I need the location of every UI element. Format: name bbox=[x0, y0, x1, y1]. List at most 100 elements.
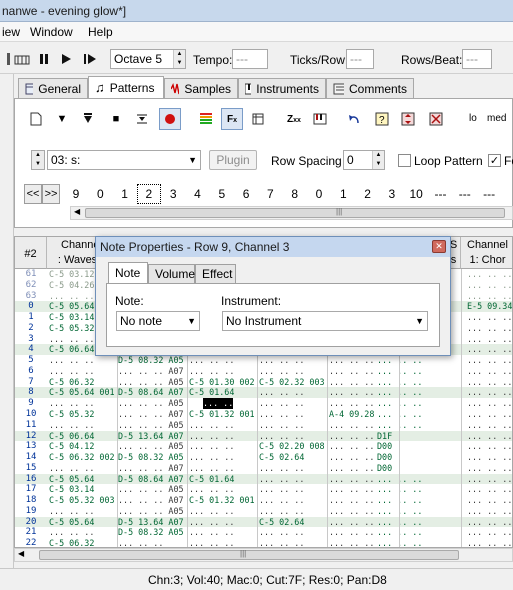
note-properties-dialog[interactable]: Note Properties - Row 9, Channel 3 ✕ Not… bbox=[95, 236, 451, 356]
pattern-cell[interactable]: C-5 03.12 bbox=[49, 269, 94, 280]
pattern-row[interactable]: 14 C-5 06.32 002 D-5 08.32 A05 ... .. .. C-5… bbox=[15, 452, 512, 463]
loop-pattern-checkbox[interactable] bbox=[398, 154, 411, 167]
pattern-cell[interactable]: C-5 04.12 bbox=[49, 441, 94, 452]
pattern-cell[interactable]: ... .. .. bbox=[259, 463, 304, 474]
pattern-cell[interactable]: ... .. .. A05 bbox=[118, 420, 184, 431]
vu-meter-icon[interactable] bbox=[195, 108, 217, 130]
follow-song-checkbox[interactable]: ✓ bbox=[488, 154, 501, 167]
order-item[interactable]: 3 bbox=[161, 184, 185, 204]
row-spacing-spinner[interactable]: 0 ▲ ▼ bbox=[343, 150, 385, 170]
pattern-cell[interactable]: D-5 08.32 A05 bbox=[118, 527, 184, 538]
chord-icon[interactable] bbox=[309, 108, 331, 130]
pattern-cell[interactable]: C-5 06.32 002 bbox=[49, 452, 115, 463]
pattern-cell[interactable]: ... .. bbox=[203, 398, 234, 409]
pattern-row[interactable]: 16 C-5 05.64 D-5 08.64 A07 C-5 01.64 ... .. … bbox=[15, 473, 512, 485]
pattern-cell[interactable]: ... .. .. bbox=[467, 474, 512, 485]
tab-comments[interactable]: Comments bbox=[326, 78, 414, 98]
pattern-cell[interactable]: ... .. .. bbox=[467, 387, 512, 398]
pattern-cell[interactable]: ... .. .. bbox=[259, 527, 304, 538]
pattern-cell[interactable]: ... .. .. A05 bbox=[118, 441, 184, 452]
pattern-cell[interactable]: D00 bbox=[377, 463, 392, 474]
order-item[interactable]: --- bbox=[429, 184, 453, 204]
menu-help[interactable]: Help bbox=[88, 25, 113, 39]
pattern-cell[interactable]: C-5 01.32 001 bbox=[189, 409, 255, 420]
order-scrollbar[interactable]: ◀ ||| bbox=[70, 206, 513, 220]
pattern-cell[interactable]: C-5 05.64 bbox=[49, 517, 94, 528]
pattern-cell[interactable]: ... .. .. bbox=[189, 355, 234, 366]
dialog-tab-volume[interactable]: Volume bbox=[148, 264, 195, 283]
pattern-cell[interactable]: ... .. .. bbox=[259, 484, 304, 495]
pattern-cell[interactable]: ... .. .. bbox=[329, 398, 374, 409]
pattern-cell[interactable]: C-5 05.32 bbox=[49, 323, 94, 334]
pattern-cell[interactable]: ... .. .. bbox=[49, 463, 94, 474]
pattern-cell[interactable]: ... .. .. bbox=[259, 495, 304, 506]
pattern-select[interactable]: 03: s: ▼ bbox=[47, 150, 201, 170]
tab-samples[interactable]: Samples bbox=[164, 78, 238, 98]
pattern-cell[interactable]: ... .. .. bbox=[329, 484, 374, 495]
order-item[interactable]: 9 bbox=[64, 184, 88, 204]
pattern-cell[interactable]: ... .. .. bbox=[329, 463, 374, 474]
pattern-row[interactable]: 21 ... .. .. D-5 08.32 A05 ... .. .. ... .. … bbox=[15, 527, 512, 538]
pattern-cell[interactable]: ... .. .. bbox=[467, 484, 512, 495]
pattern-cell[interactable]: ... .. .. bbox=[189, 420, 234, 431]
pattern-cell[interactable]: ... .. .. bbox=[467, 334, 512, 345]
stop-icon[interactable]: ▼ bbox=[51, 108, 73, 130]
pattern-cell[interactable]: ... .. .. bbox=[467, 431, 512, 442]
pattern-cell[interactable]: C-5 02.64 bbox=[259, 452, 304, 463]
pattern-cell[interactable]: C-5 06.64 bbox=[49, 344, 94, 355]
pattern-row[interactable]: 20 C-5 05.64 D-5 13.64 A07 ... .. .. C-5 02.… bbox=[15, 516, 512, 528]
pattern-cell[interactable]: ... .. .. bbox=[259, 398, 304, 409]
undo-icon[interactable] bbox=[343, 108, 365, 130]
pattern-cell[interactable]: ... .. .. A05 bbox=[118, 484, 184, 495]
scroll-left-icon-2[interactable]: ◀ bbox=[18, 549, 24, 558]
pattern-cell[interactable]: ... .. .. bbox=[467, 495, 512, 506]
pattern-cell[interactable]: C-5 01.64 bbox=[189, 387, 234, 398]
pattern-row[interactable]: 22 C-5 06.32 ... .. .. ... .. .. ... .. ....… bbox=[15, 538, 512, 547]
pattern-cell[interactable]: ... .. .. bbox=[467, 441, 512, 452]
pattern-cell[interactable]: ... .. .. A07 bbox=[118, 366, 184, 377]
med-label[interactable]: med bbox=[487, 113, 506, 124]
pattern-cell[interactable]: ... .. .. bbox=[189, 463, 234, 474]
pattern-cell[interactable]: ... .. .. bbox=[467, 366, 512, 377]
pattern-cell[interactable]: D-5 08.64 A07 bbox=[118, 387, 184, 398]
pattern-cell[interactable]: ... .. .. bbox=[467, 463, 512, 474]
rows-spinner[interactable]: --- bbox=[462, 49, 492, 69]
pattern-cell[interactable]: ... .. .. bbox=[49, 291, 94, 302]
new-pattern-icon[interactable] bbox=[25, 108, 47, 130]
pattern-row[interactable]: 13 C-5 04.12 ... .. .. A05 ... .. .. C-5 02.… bbox=[15, 441, 512, 452]
pattern-cell[interactable]: C-5 01.30 002 bbox=[189, 377, 255, 388]
play-row-icon[interactable] bbox=[77, 108, 99, 130]
pattern-row[interactable]: 11 ... .. .. ... .. .. A05 ... .. .. ... .. … bbox=[15, 420, 512, 431]
metronome-icon[interactable] bbox=[12, 49, 32, 69]
pattern-cell[interactable]: ... .. .. bbox=[189, 441, 234, 452]
pattern-cell[interactable]: C-5 02.20 008 bbox=[259, 441, 325, 452]
pattern-properties-icon[interactable] bbox=[247, 108, 269, 130]
pattern-cell[interactable]: ... .. .. bbox=[329, 431, 374, 442]
pattern-cell[interactable]: ... .. .. bbox=[467, 409, 512, 420]
pattern-cell[interactable]: ... .. .. bbox=[259, 506, 304, 517]
pattern-cell[interactable]: ... .. .. bbox=[467, 420, 512, 431]
pattern-cell[interactable]: ... .. .. bbox=[49, 527, 94, 538]
pattern-cell[interactable]: ... .. .. bbox=[189, 431, 234, 442]
pattern-cell[interactable]: D00 bbox=[377, 452, 392, 463]
pattern-cell[interactable]: ... .. .. bbox=[189, 538, 234, 547]
pattern-cell[interactable]: C-5 05.32 003 bbox=[49, 495, 115, 506]
pattern-cell[interactable]: D-5 13.64 A07 bbox=[118, 517, 184, 528]
pattern-cell[interactable]: ... .. .. bbox=[329, 387, 374, 398]
pattern-scrollbar[interactable]: ◀ ||| bbox=[14, 548, 513, 562]
play-icon[interactable] bbox=[56, 49, 76, 69]
pattern-cell[interactable]: ... .. .. bbox=[259, 538, 304, 547]
pattern-cell[interactable]: ... .. .. bbox=[467, 269, 512, 280]
order-item[interactable]: 8 bbox=[283, 184, 307, 204]
pattern-row[interactable]: 6 ... .. .. ... .. .. A07 ... .. .. ... .. .… bbox=[15, 366, 512, 377]
pattern-cell[interactable]: C-5 05.32 bbox=[49, 409, 94, 420]
pattern-cell[interactable]: ... .. .. bbox=[467, 506, 512, 517]
pattern-cell[interactable]: ... .. .. bbox=[189, 517, 234, 528]
plugin-button[interactable]: Plugin bbox=[209, 150, 257, 170]
pattern-cell[interactable]: C-5 02.64 bbox=[259, 517, 304, 528]
order-scrollbar-thumb[interactable]: ||| bbox=[85, 207, 505, 218]
pattern-cell[interactable]: C-5 06.32 bbox=[49, 377, 94, 388]
tab-general[interactable]: General bbox=[18, 78, 88, 98]
pattern-cell[interactable]: ... .. .. bbox=[259, 387, 304, 398]
pattern-cell[interactable]: C-5 02.32 003 bbox=[259, 377, 325, 388]
